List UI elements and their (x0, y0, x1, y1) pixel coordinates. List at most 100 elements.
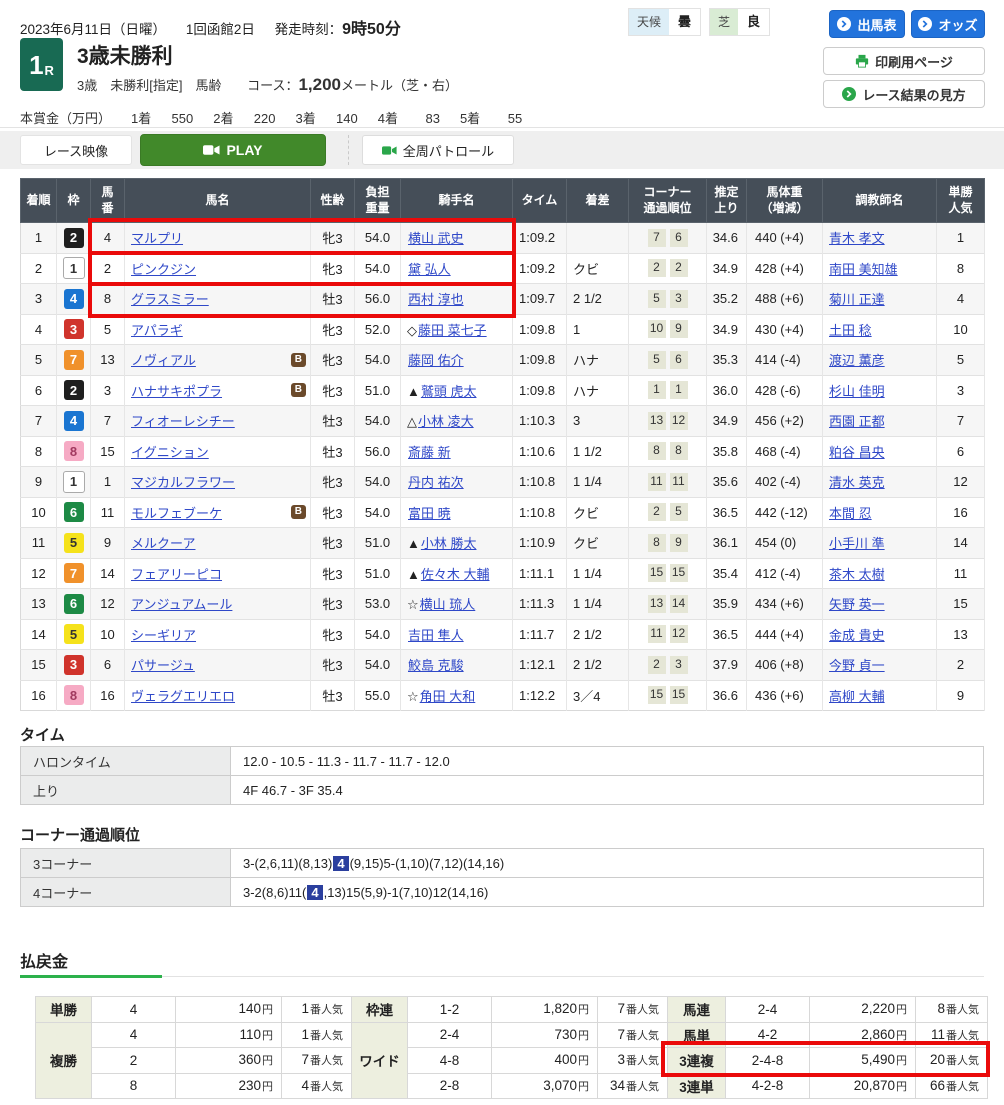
horse-name-link[interactable]: ハナサキポプラ (131, 384, 222, 399)
horse-name-link[interactable]: ノヴィアル (131, 353, 196, 368)
jockey-name-link[interactable]: 横山 琉人 (420, 597, 476, 612)
trainer-name-link[interactable]: 今野 貞一 (829, 658, 885, 673)
jockey-name-link[interactable]: 富田 暁 (408, 506, 451, 521)
finish-position: 1 (21, 223, 57, 254)
jockey-name-link[interactable]: 吉田 隼人 (408, 628, 464, 643)
last-3f-time: 35.8 (707, 436, 747, 467)
bet-type-exacta: 馬単 (668, 1022, 726, 1048)
frame-cell: 3 (57, 650, 91, 681)
frame-cell: 8 (57, 680, 91, 711)
jockey-name-link[interactable]: 横山 武史 (408, 231, 464, 246)
print-page-button[interactable]: 印刷用ページ (823, 47, 985, 75)
horse-weight: 406 (+8) (747, 650, 823, 681)
carried-weight: 54.0 (355, 406, 401, 437)
sex-age: 牡3 (311, 436, 355, 467)
jockey-name-link[interactable]: 小林 凌大 (418, 414, 474, 429)
corner-3-position: 1 (648, 381, 666, 399)
bracket-popularity: 7番人気 (598, 997, 668, 1023)
trainer-name-link[interactable]: 西園 正都 (829, 414, 885, 429)
horse-name-cell: ハナサキポプラB (125, 375, 311, 406)
bet-type-wide: ワイド (352, 1022, 408, 1099)
margin: ハナ (567, 375, 629, 406)
horse-name-link[interactable]: フェアリーピコ (131, 567, 222, 582)
horse-name-link[interactable]: シーギリア (131, 628, 196, 643)
jockey-name-link[interactable]: 黛 弘人 (408, 262, 451, 277)
corner-3-position: 15 (648, 686, 666, 704)
trainer-cell: 菊川 正達 (823, 284, 937, 315)
jockey-name-link[interactable]: 佐々木 大輔 (421, 567, 490, 582)
trainer-name-link[interactable]: 菊川 正達 (829, 292, 885, 307)
trainer-cell: 渡辺 薫彦 (823, 345, 937, 376)
prize-place: 3着 (295, 111, 315, 126)
results-body: 1 2 4 マルプリ 牝3 54.0 横山 武史 1:09.2 76 34.6 … (21, 223, 985, 711)
corner-positions: 53 (629, 284, 707, 315)
horse-name-link[interactable]: イグニション (131, 445, 209, 460)
trainer-name-link[interactable]: 小手川 準 (829, 536, 885, 551)
last-3f-time: 35.3 (707, 345, 747, 376)
frame-number-badge: 5 (64, 533, 84, 553)
horse-name-link[interactable]: ヴェラグエリエロ (131, 689, 235, 704)
race-number-suffix: R (45, 63, 54, 78)
entries-button[interactable]: 出馬表 (829, 10, 905, 38)
horse-name-link[interactable]: パサージュ (131, 658, 195, 673)
horse-name-cell: グラスミラー (125, 284, 311, 315)
race-video-button[interactable]: レース映像 (20, 135, 132, 165)
trainer-name-link[interactable]: 清水 英克 (829, 475, 885, 490)
horse-name-link[interactable]: アパラギ (131, 323, 183, 338)
horse-name-link[interactable]: マジカルフラワー (131, 475, 235, 490)
jockey-name-link[interactable]: 鮫島 克駿 (408, 658, 464, 673)
frame-cell: 1 (57, 253, 91, 284)
result-guide-button[interactable]: レース結果の見方 (823, 80, 985, 108)
horse-name-link[interactable]: メルクーア (131, 536, 195, 551)
sex-age: 牝3 (311, 253, 355, 284)
trainer-name-link[interactable]: 杉山 佳明 (829, 384, 885, 399)
horse-name-link[interactable]: モルフェブーケ (131, 506, 222, 521)
corner-positions: 1112 (629, 619, 707, 650)
margin: 1 1/2 (567, 436, 629, 467)
jockey-name-link[interactable]: 藤岡 佑介 (408, 353, 464, 368)
horse-name-link[interactable]: アンジュアムール (131, 597, 232, 612)
print-page-label: 印刷用ページ (875, 52, 953, 71)
jockey-name-link[interactable]: 鷲頭 虎太 (421, 384, 477, 399)
trainer-name-link[interactable]: 茶木 太樹 (829, 567, 885, 582)
margin (567, 223, 629, 254)
trifecta-amount: 20,870円 (810, 1073, 916, 1099)
horse-name-link[interactable]: フィオーレシチー (131, 414, 235, 429)
horse-name-link[interactable]: マルプリ (131, 231, 183, 246)
horse-name-link[interactable]: ピンクジン (131, 262, 196, 277)
horse-name-cell: メルクーア (125, 528, 311, 559)
finish-position: 3 (21, 284, 57, 315)
horse-number: 10 (91, 619, 125, 650)
horse-name-link[interactable]: グラスミラー (131, 292, 209, 307)
trainer-name-link[interactable]: 渡辺 薫彦 (829, 353, 885, 368)
trainer-name-link[interactable]: 矢野 英一 (829, 597, 885, 612)
frame-cell: 8 (57, 436, 91, 467)
trainer-cell: 茶木 太樹 (823, 558, 937, 589)
wide-combo: 2-4 (408, 1022, 492, 1048)
trainer-cell: 土田 稔 (823, 314, 937, 345)
jockey-name-link[interactable]: 小林 勝太 (421, 536, 477, 551)
jockey-name-link[interactable]: 丹内 祐次 (408, 475, 464, 490)
jockey-name-link[interactable]: 角田 大和 (420, 689, 476, 704)
play-button[interactable]: PLAY (140, 134, 326, 166)
trainer-name-link[interactable]: 青木 孝文 (829, 231, 885, 246)
patrol-video-button[interactable]: 全周パトロール (362, 135, 514, 165)
win-favorite-rank: 14 (937, 528, 985, 559)
trainer-name-link[interactable]: 土田 稔 (829, 323, 872, 338)
win-favorite-rank: 12 (937, 467, 985, 498)
trainer-name-link[interactable]: 高柳 大輔 (829, 689, 885, 704)
horse-name-cell: ヴェラグエリエロ (125, 680, 311, 711)
jockey-name-link[interactable]: 藤田 菜七子 (418, 323, 487, 338)
odds-button[interactable]: オッズ (911, 10, 985, 38)
win-favorite-rank: 10 (937, 314, 985, 345)
jockey-name-link[interactable]: 西村 淳也 (408, 292, 464, 307)
trainer-name-link[interactable]: 粕谷 昌央 (829, 445, 885, 460)
horse-weight: 428 (+4) (747, 253, 823, 284)
table-row: 3 4 8 グラスミラー 牡3 56.0 西村 淳也 1:09.7 2 1/2 … (21, 284, 985, 315)
trainer-name-link[interactable]: 南田 美知雄 (829, 262, 898, 277)
trainer-name-link[interactable]: 金成 貴史 (829, 628, 885, 643)
margin: 2 1/2 (567, 650, 629, 681)
trainer-name-link[interactable]: 本間 忍 (829, 506, 872, 521)
prize-place: 4着 (378, 111, 398, 126)
jockey-name-link[interactable]: 斎藤 新 (408, 445, 451, 460)
